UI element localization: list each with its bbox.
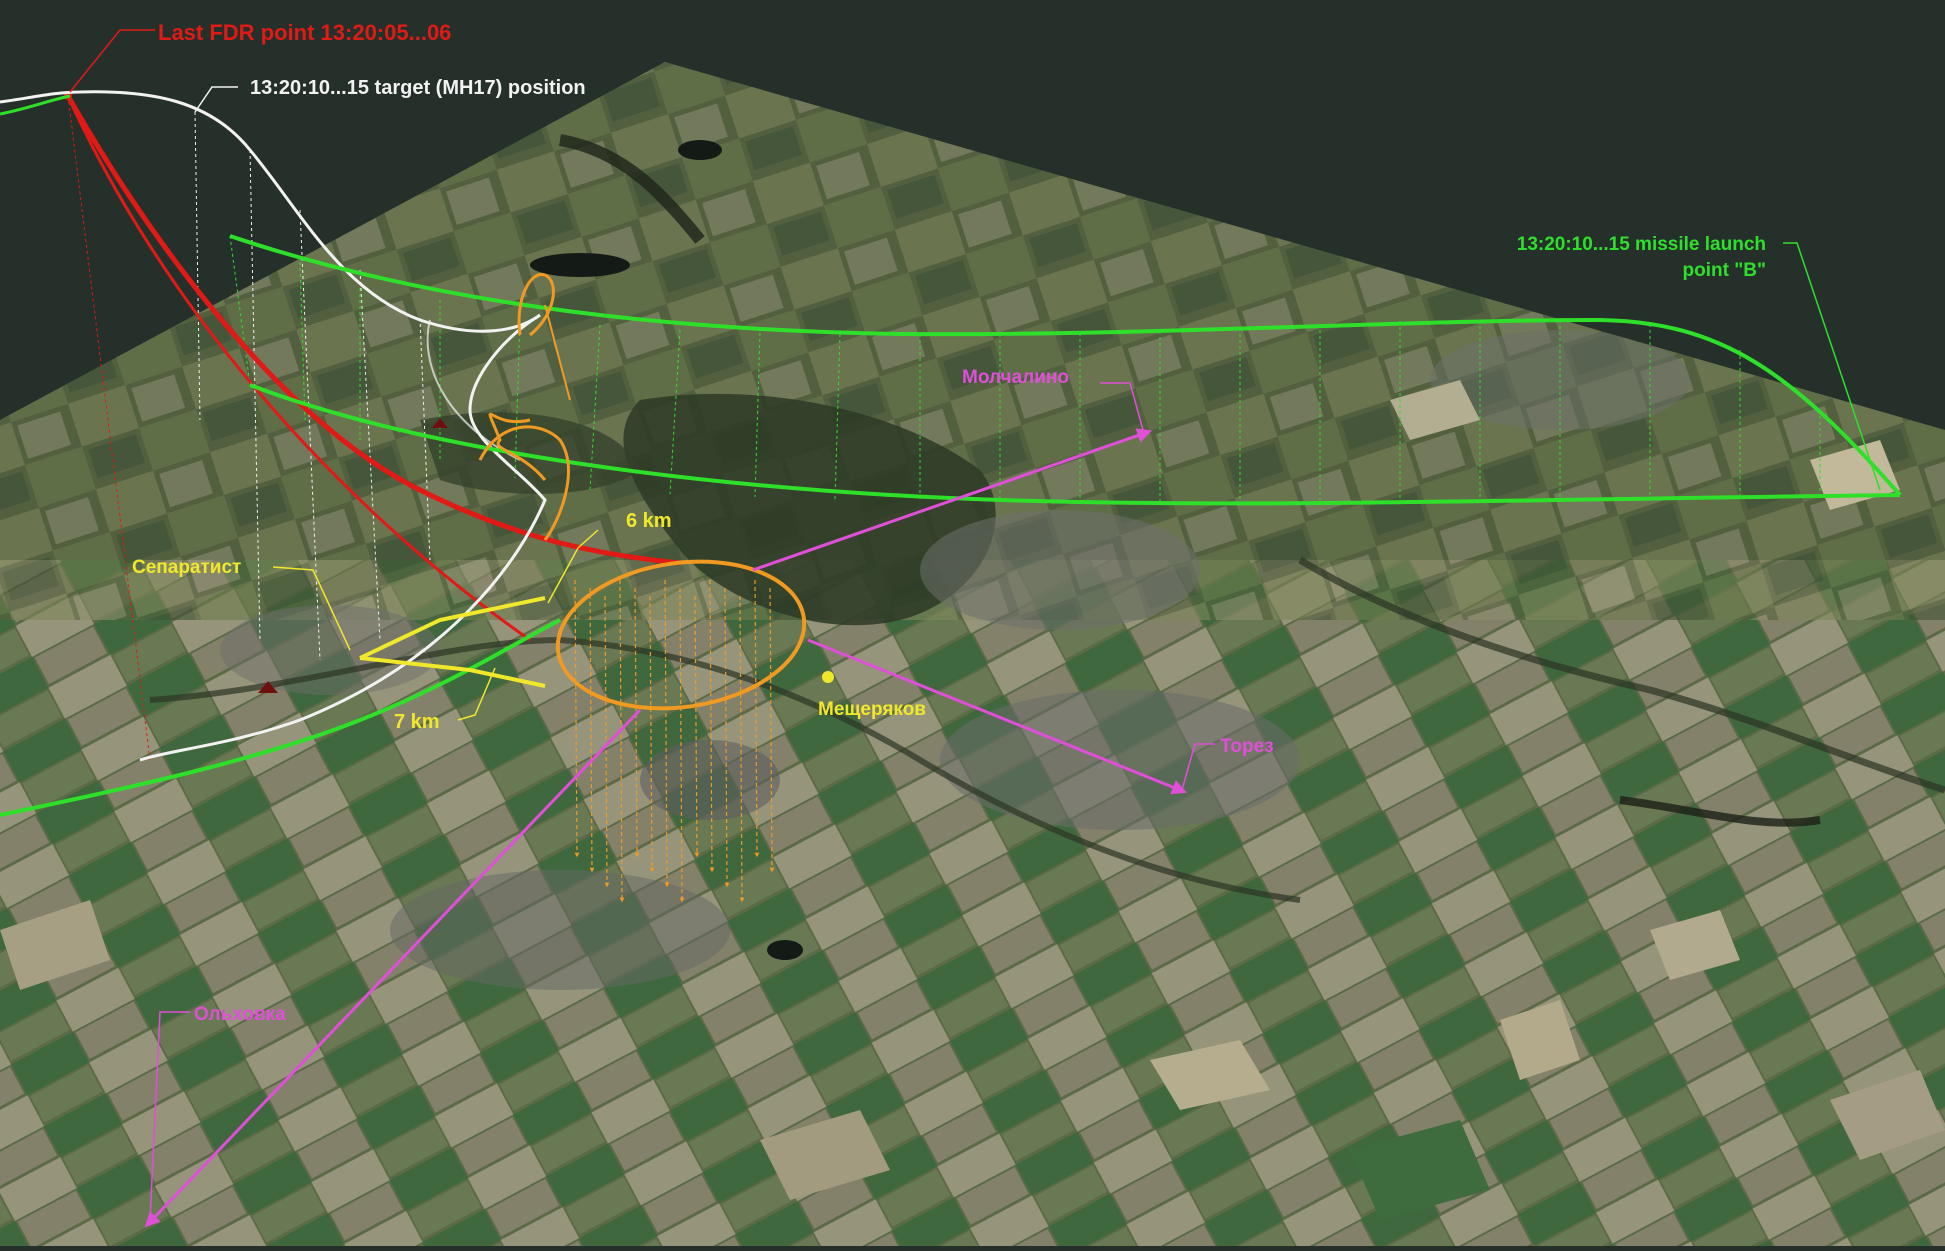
map-canvas: Last FDR point 13:20:05...06 13:20:10...… (0, 0, 1945, 1246)
label-olkhovka: Ольховка (194, 1004, 286, 1025)
label-separatist: Сепаратист (132, 557, 241, 578)
label-missile-launch-1: 13:20:10...15 missile launch (1517, 234, 1766, 255)
label-last-fdr: Last FDR point 13:20:05...06 (158, 20, 451, 45)
label-torez: Торез (1220, 736, 1274, 757)
label-meshcheryakov: Мещеряков (818, 699, 926, 720)
label-target-position: 13:20:10...15 target (MH17) position (250, 77, 586, 99)
meshcheryakov-point (822, 671, 834, 683)
label-missile-launch-2: point "B" (1683, 260, 1766, 281)
label-6km: 6 km (626, 510, 672, 532)
map-view: Last FDR point 13:20:05...06 13:20:10...… (0, 0, 1945, 1246)
label-molchalino: Молчалино (962, 367, 1069, 388)
label-7km: 7 km (394, 711, 440, 733)
